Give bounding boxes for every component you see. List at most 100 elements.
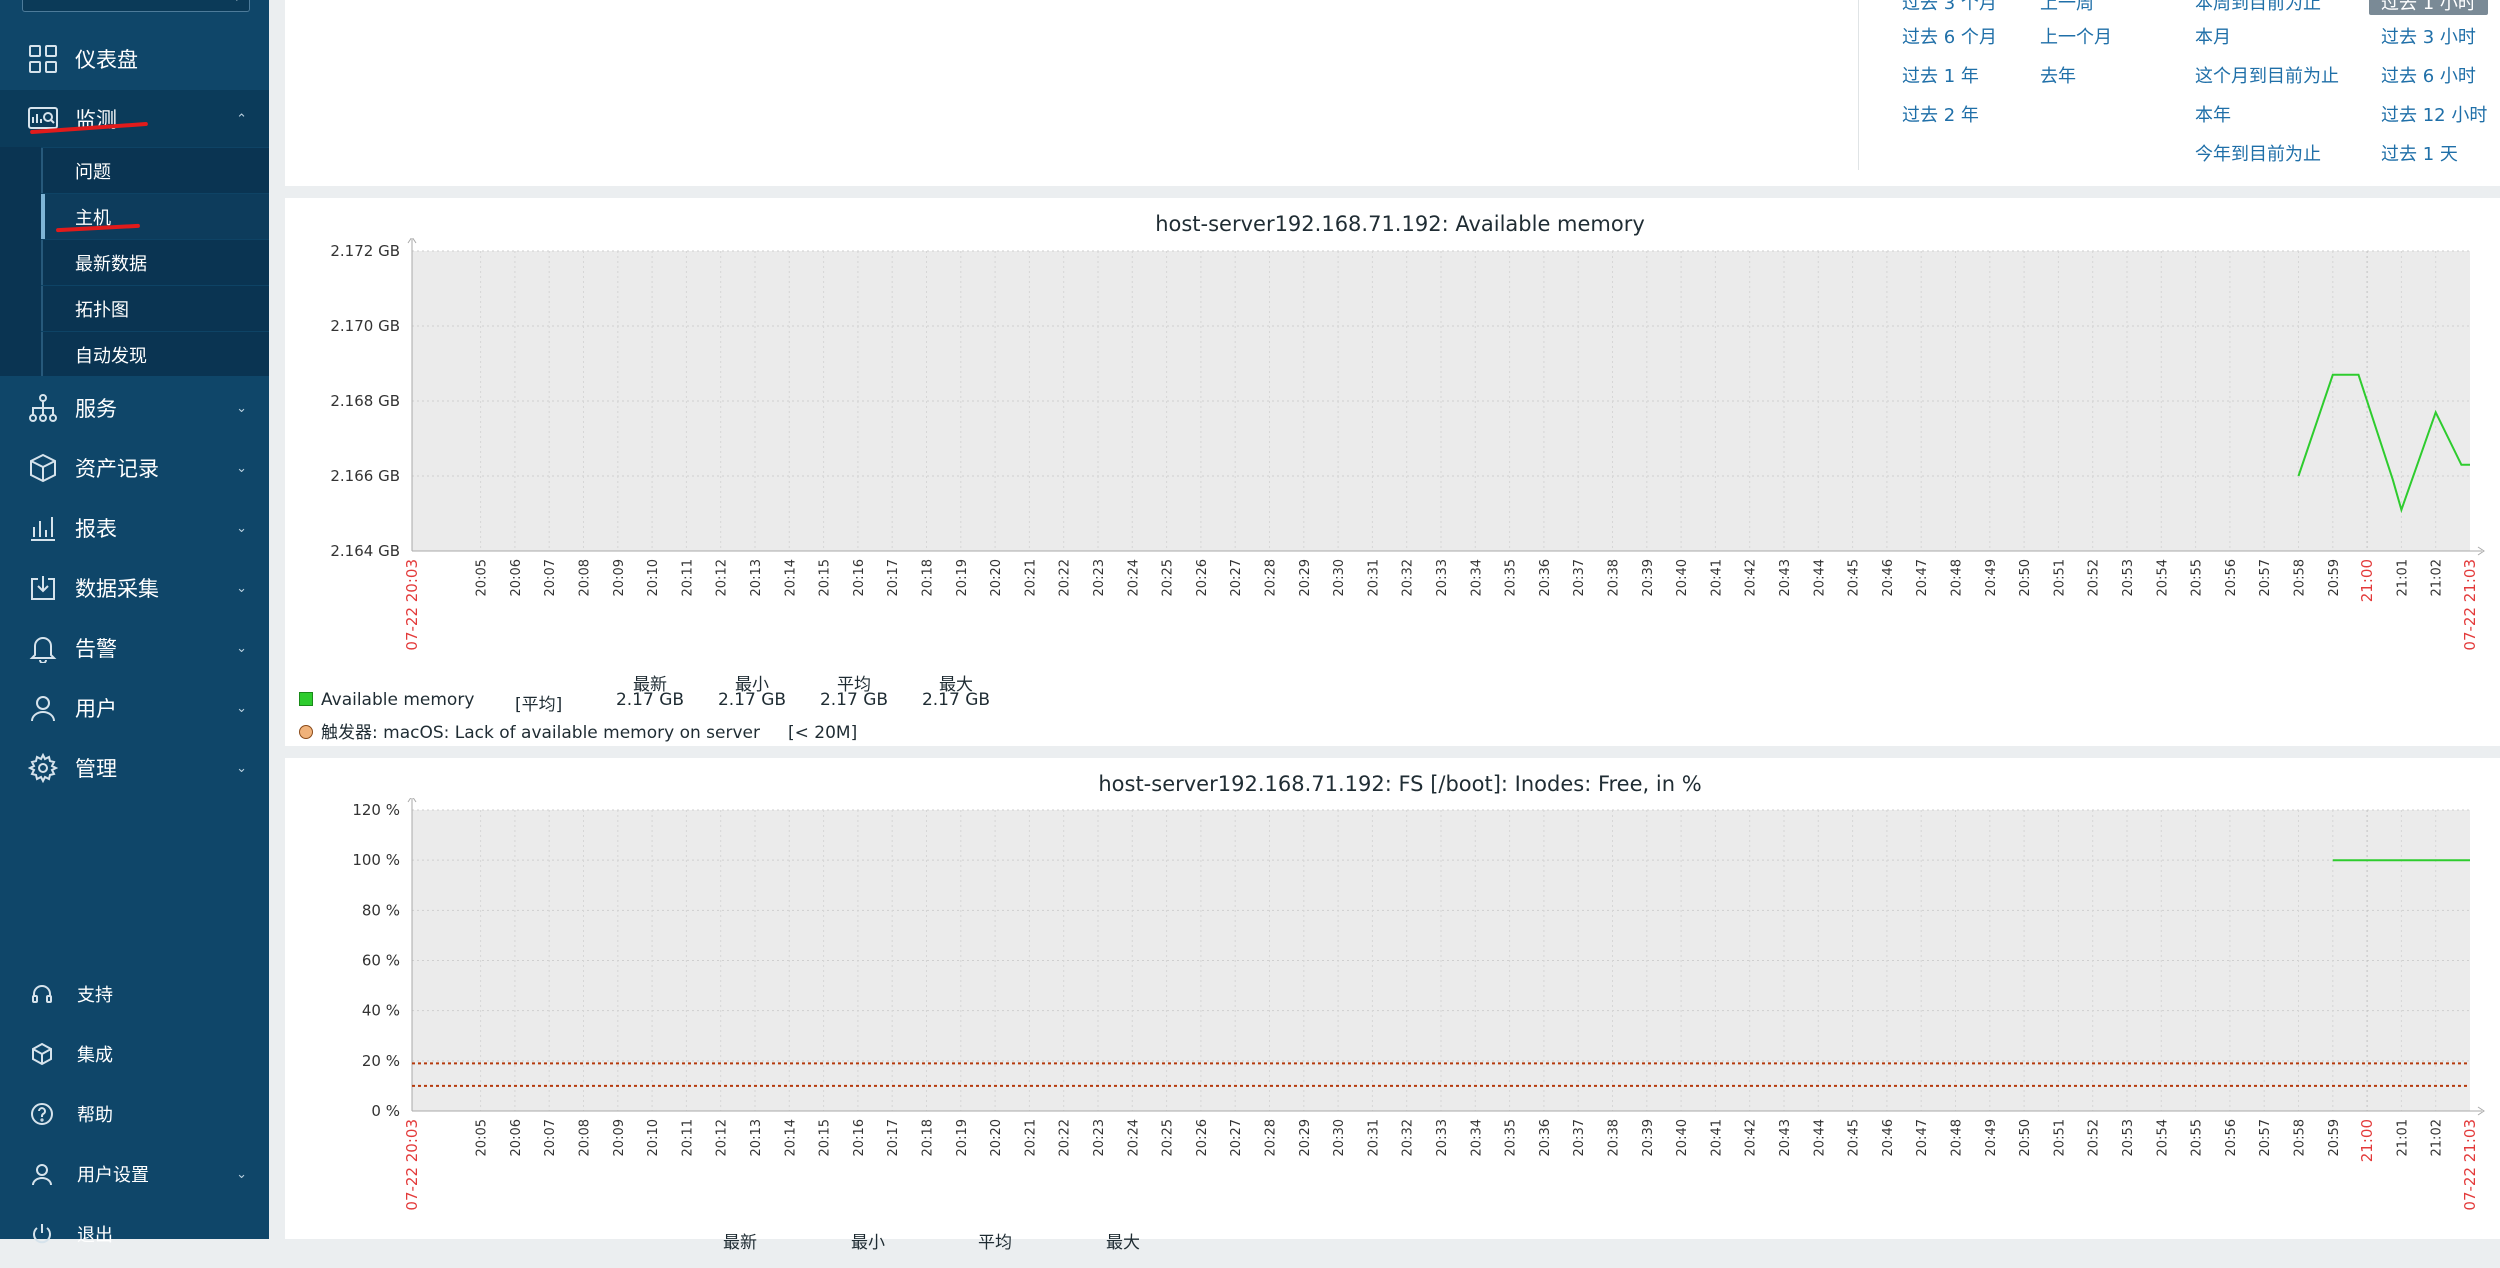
nav-inventory[interactable]: 资产记录 ⌄ xyxy=(0,439,269,497)
time-link[interactable]: 过去 1 天 xyxy=(2381,140,2458,166)
x-tick-label: 20:24 xyxy=(1126,1119,1141,1156)
subnav-discovery[interactable]: 自动发现 xyxy=(41,331,269,377)
time-link[interactable]: 过去 1 年 xyxy=(1902,62,1979,88)
x-tick-label: 20:55 xyxy=(2190,559,2205,596)
x-tick-label: 20:42 xyxy=(1744,1119,1759,1156)
x-tick-label: 20:27 xyxy=(1229,1119,1244,1156)
graph-panel-memory: host-server192.168.71.192: Available mem… xyxy=(285,198,2500,746)
sidebar: ⌕ 仪表盘 监测 ⌃ 问题 主机 最新数据 拓扑图 自动发现 服务 ⌄ 资产记录 xyxy=(0,0,269,1246)
y-tick-label: 2.166 GB xyxy=(330,467,400,485)
nav-label: 仪表盘 xyxy=(75,48,138,72)
x-tick-label: 20:08 xyxy=(578,1119,593,1156)
x-tick-label: 20:17 xyxy=(886,1119,901,1156)
x-tick-label: 20:52 xyxy=(2087,559,2102,596)
monitoring-submenu: 问题 主机 最新数据 拓扑图 自动发现 xyxy=(0,147,269,376)
footer-label: 集成 xyxy=(77,1045,113,1066)
x-tick-label: 20:10 xyxy=(646,559,661,596)
subnav-hosts[interactable]: 主机 xyxy=(41,193,269,240)
time-link[interactable]: 本月 xyxy=(2195,23,2231,49)
x-tick-label: 20:37 xyxy=(1572,1119,1587,1156)
gear-icon xyxy=(26,751,60,785)
subnav-latest-data[interactable]: 最新数据 xyxy=(41,239,269,285)
nav-administration[interactable]: 管理 ⌄ xyxy=(0,739,269,797)
time-link[interactable]: 上一个月 xyxy=(2040,23,2112,49)
x-tick-label: 20:22 xyxy=(1058,559,1073,596)
search-box[interactable]: ⌕ xyxy=(22,0,250,12)
x-tick-label: 20:06 xyxy=(509,1119,524,1156)
reports-icon xyxy=(26,511,60,545)
nav-dashboard[interactable]: 仪表盘 xyxy=(0,30,269,88)
x-tick-label: 20:56 xyxy=(2224,559,2239,596)
x-tick-label: 20:05 xyxy=(475,1119,490,1156)
time-link[interactable]: 过去 12 小时 xyxy=(2381,101,2487,127)
x-tick-label: 20:56 xyxy=(2224,1119,2239,1156)
nav-users[interactable]: 用户 ⌄ xyxy=(0,679,269,737)
nav-monitoring[interactable]: 监测 ⌃ xyxy=(0,90,269,148)
legend-value: 2.17 GB xyxy=(615,690,685,710)
time-link[interactable]: 本年 xyxy=(2195,101,2231,127)
x-tick-label: 20:30 xyxy=(1332,1119,1347,1156)
chevron-down-icon: ⌄ xyxy=(236,1166,247,1182)
x-tick-label: 20:05 xyxy=(475,559,490,596)
footer-sign-out[interactable]: 退出 xyxy=(0,1209,269,1259)
chevron-down-icon: ⌄ xyxy=(236,700,247,716)
x-tick-label: 20:46 xyxy=(1881,559,1896,596)
time-link[interactable]: 过去 6 个月 xyxy=(1902,23,1997,49)
x-tick-label: 20:09 xyxy=(612,1119,627,1156)
x-tick-label: 20:47 xyxy=(1915,559,1930,596)
users-icon xyxy=(26,691,60,725)
x-tick-label: 20:59 xyxy=(2327,559,2342,596)
footer-user-settings[interactable]: 用户设置 ⌄ xyxy=(0,1149,269,1199)
nav-data-collection[interactable]: 数据采集 ⌄ xyxy=(0,559,269,617)
subnav-label: 问题 xyxy=(75,161,111,183)
subnav-problems[interactable]: 问题 xyxy=(41,147,269,193)
time-link[interactable]: 去年 xyxy=(2040,62,2076,88)
subnav-maps[interactable]: 拓扑图 xyxy=(41,285,269,331)
nav-label: 资产记录 xyxy=(75,457,159,481)
time-link[interactable]: 过去 3 小时 xyxy=(2381,23,2476,49)
x-tick-label: 20:16 xyxy=(852,559,867,596)
x-tick-label: 20:41 xyxy=(1709,559,1724,596)
time-link[interactable]: 过去 6 小时 xyxy=(2381,62,2476,88)
y-tick-label: 40 % xyxy=(362,1002,400,1020)
x-tick-label: 20:11 xyxy=(680,1119,695,1156)
time-link[interactable]: 过去 2 年 xyxy=(1902,101,1979,127)
x-tick-label: 20:38 xyxy=(1607,559,1622,596)
x-tick-label: 20:36 xyxy=(1538,1119,1553,1156)
x-tick-label: 20:20 xyxy=(989,1119,1004,1156)
footer-support[interactable]: 支持 xyxy=(0,969,269,1019)
x-tick-label: 20:50 xyxy=(2018,1119,2033,1156)
x-tick-label: 21:02 xyxy=(2430,1119,2445,1156)
footer-help[interactable]: 帮助 xyxy=(0,1089,269,1139)
footer-integrations[interactable]: 集成 xyxy=(0,1029,269,1079)
bell-icon xyxy=(26,631,60,665)
nav-reports[interactable]: 报表 ⌄ xyxy=(0,499,269,557)
nav-alerts[interactable]: 告警 ⌄ xyxy=(0,619,269,677)
legend-trigger: 触发器: macOS: Lack of available memory on … xyxy=(299,718,857,743)
legend-value: 2.17 GB xyxy=(921,690,991,710)
x-tick-label: 20:33 xyxy=(1435,559,1450,596)
nav-label: 用户 xyxy=(75,697,117,721)
x-tick-label: 20:11 xyxy=(680,559,695,596)
nav-services[interactable]: 服务 ⌄ xyxy=(0,379,269,437)
x-tick-label: 20:19 xyxy=(955,559,970,596)
time-link[interactable]: 上一周 xyxy=(2040,0,2094,15)
time-link[interactable]: 今年到目前为止 xyxy=(2195,140,2321,166)
x-tick-label: 20:49 xyxy=(1984,1119,1999,1156)
x-end-label: 07-22 21:03 xyxy=(2461,559,2479,651)
time-link[interactable]: 本周到目前为止 xyxy=(2195,0,2321,15)
time-link[interactable]: 过去 3 个月 xyxy=(1902,0,1997,15)
footer-label: 帮助 xyxy=(77,1105,113,1126)
x-tick-label: 20:53 xyxy=(2121,1119,2136,1156)
x-tick-label: 20:47 xyxy=(1915,1119,1930,1156)
time-link[interactable]: 这个月到目前为止 xyxy=(2195,62,2339,88)
x-tick-label: 20:37 xyxy=(1572,559,1587,596)
x-tick-label: 20:48 xyxy=(1950,559,1965,596)
x-tick-label: 20:18 xyxy=(921,1119,936,1156)
x-tick-label: 20:53 xyxy=(2121,559,2136,596)
x-tick-label: 20:40 xyxy=(1675,559,1690,596)
search-icon[interactable]: ⌕ xyxy=(236,0,243,5)
time-period-panel: 过去 3 个月 过去 6 个月 过去 1 年 过去 2 年 上一周 上一个月 去… xyxy=(285,0,2500,186)
x-tick-label: 20:38 xyxy=(1607,1119,1622,1156)
time-link-selected[interactable]: 过去 1 小时 xyxy=(2369,0,2488,15)
